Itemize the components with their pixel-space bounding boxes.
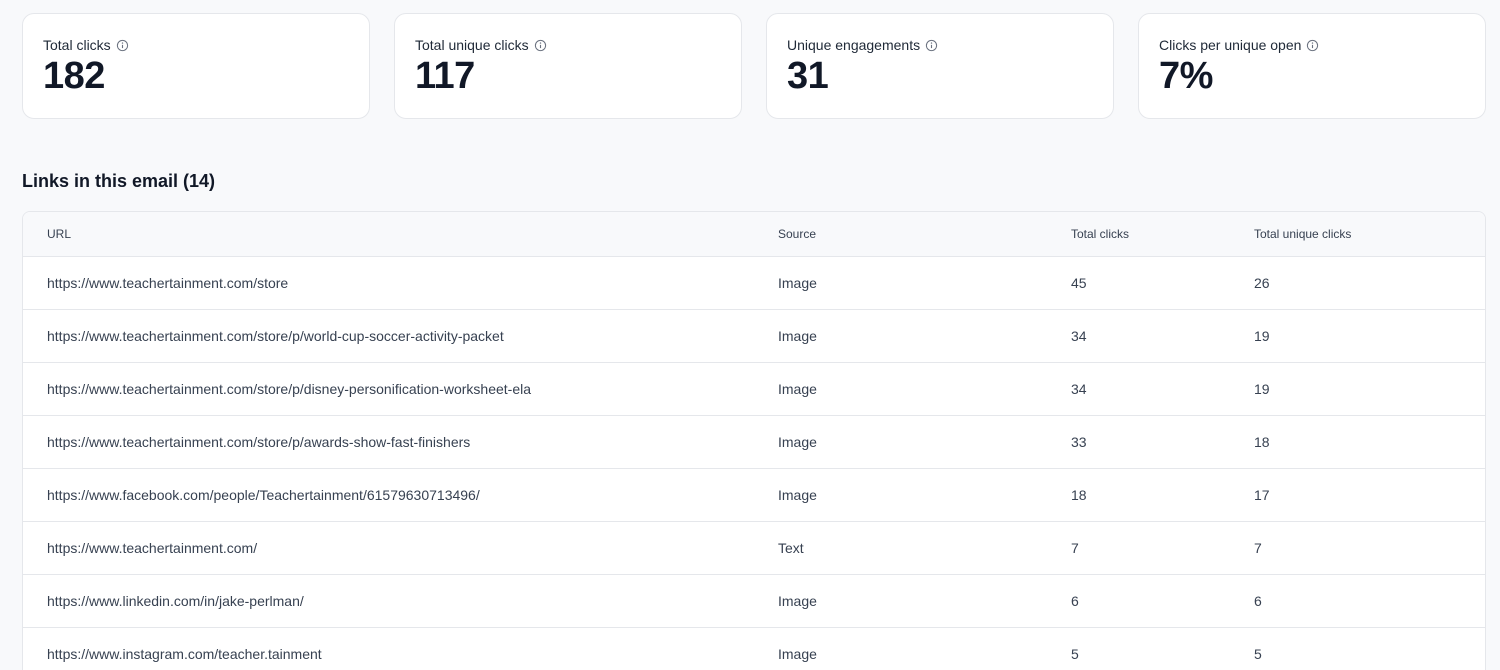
link-total-unique-clicks: 5 <box>1254 627 1485 670</box>
link-total-clicks: 45 <box>1071 256 1254 310</box>
link-total-clicks: 6 <box>1071 574 1254 628</box>
link-source: Image <box>778 574 1071 628</box>
link-total-clicks: 34 <box>1071 309 1254 363</box>
stat-label: Total clicks <box>43 37 111 53</box>
links-section-title: Links in this email (14) <box>22 171 216 191</box>
link-total-clicks: 34 <box>1071 362 1254 416</box>
table-row: https://www.teachertainment.com/store/p/… <box>23 309 1485 363</box>
table-header-row: URL Source Total clicks Total unique cli… <box>23 212 1485 257</box>
stat-label: Clicks per unique open <box>1159 37 1302 53</box>
info-icon[interactable] <box>1306 39 1319 52</box>
info-icon[interactable] <box>116 39 129 52</box>
column-header-source[interactable]: Source <box>778 212 1071 257</box>
stat-label: Unique engagements <box>787 37 921 53</box>
column-header-total-clicks[interactable]: Total clicks <box>1071 212 1254 257</box>
stat-value: 182 <box>43 55 105 97</box>
link-total-unique-clicks: 18 <box>1254 415 1485 469</box>
table-row: https://www.linkedin.com/in/jake-perlman… <box>23 574 1485 628</box>
link-source: Image <box>778 415 1071 469</box>
stat-card-total-clicks: Total clicks 182 <box>22 13 370 119</box>
link-total-unique-clicks: 19 <box>1254 362 1485 416</box>
table-row: https://www.teachertainment.com/store/p/… <box>23 415 1485 469</box>
link-total-unique-clicks: 7 <box>1254 521 1485 575</box>
link-source: Image <box>778 256 1071 310</box>
link-url[interactable]: https://www.facebook.com/people/Teachert… <box>23 468 778 522</box>
stat-card-clicks-per-unique-open: Clicks per unique open 7% <box>1138 13 1486 119</box>
info-icon[interactable] <box>534 39 547 52</box>
link-url[interactable]: https://www.teachertainment.com/ <box>23 521 778 575</box>
link-source: Image <box>778 362 1071 416</box>
column-header-url[interactable]: URL <box>23 212 778 257</box>
link-total-unique-clicks: 17 <box>1254 468 1485 522</box>
link-url[interactable]: https://www.linkedin.com/in/jake-perlman… <box>23 574 778 628</box>
links-table: URL Source Total clicks Total unique cli… <box>22 211 1486 670</box>
stat-value: 7% <box>1159 55 1213 97</box>
stat-value: 117 <box>415 55 475 97</box>
stat-value: 31 <box>787 55 829 97</box>
column-header-total-unique-clicks[interactable]: Total unique clicks <box>1254 212 1485 257</box>
stat-label-wrap: Total clicks <box>43 36 349 54</box>
table-row: https://www.facebook.com/people/Teachert… <box>23 468 1485 522</box>
stats-row: Total clicks 182 Total unique clicks 117… <box>22 13 1486 119</box>
info-icon[interactable] <box>925 39 938 52</box>
stat-card-total-unique-clicks: Total unique clicks 117 <box>394 13 742 119</box>
link-url[interactable]: https://www.teachertainment.com/store/p/… <box>23 309 778 363</box>
links-table-grid: URL Source Total clicks Total unique cli… <box>23 212 1485 670</box>
stat-label-wrap: Unique engagements <box>787 36 1093 54</box>
table-row: https://www.teachertainment.com/store/p/… <box>23 362 1485 416</box>
link-source: Text <box>778 521 1071 575</box>
link-total-unique-clicks: 6 <box>1254 574 1485 628</box>
table-row: https://www.teachertainment.com/ Text 7 … <box>23 521 1485 575</box>
link-total-clicks: 7 <box>1071 521 1254 575</box>
link-url[interactable]: https://www.teachertainment.com/store <box>23 256 778 310</box>
link-url[interactable]: https://www.teachertainment.com/store/p/… <box>23 362 778 416</box>
link-url[interactable]: https://www.instagram.com/teacher.tainme… <box>23 627 778 670</box>
link-source: Image <box>778 627 1071 670</box>
link-url[interactable]: https://www.teachertainment.com/store/p/… <box>23 415 778 469</box>
stat-label-wrap: Total unique clicks <box>415 36 721 54</box>
link-source: Image <box>778 309 1071 363</box>
stat-label: Total unique clicks <box>415 37 529 53</box>
stat-card-unique-engagements: Unique engagements 31 <box>766 13 1114 119</box>
link-total-clicks: 33 <box>1071 415 1254 469</box>
stat-label-wrap: Clicks per unique open <box>1159 36 1465 54</box>
link-source: Image <box>778 468 1071 522</box>
link-total-unique-clicks: 26 <box>1254 256 1485 310</box>
link-total-clicks: 5 <box>1071 627 1254 670</box>
link-total-clicks: 18 <box>1071 468 1254 522</box>
link-total-unique-clicks: 19 <box>1254 309 1485 363</box>
table-row: https://www.teachertainment.com/store Im… <box>23 256 1485 310</box>
table-row: https://www.instagram.com/teacher.tainme… <box>23 627 1485 670</box>
